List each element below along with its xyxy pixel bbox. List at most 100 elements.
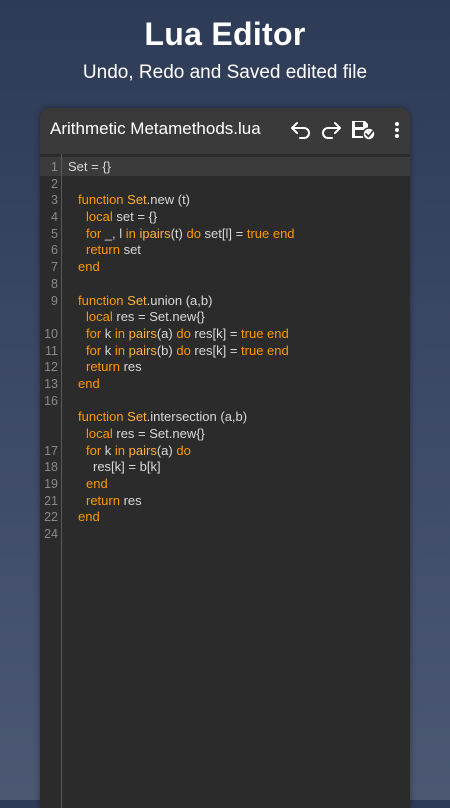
code-line: for k in pairs(a) do [68,443,295,460]
code-line: end [68,509,295,526]
code-keyword: true [241,325,268,341]
more-vert-icon[interactable] [384,117,410,143]
redo-icon[interactable] [318,117,344,143]
line-number: 18 [44,460,58,475]
code-keyword: true [241,342,268,358]
line-number: 7 [51,260,58,275]
code-text: .union (a,b) [146,292,213,308]
code-text: (b) [156,342,177,358]
code-keyword: end [86,476,108,492]
code-text: set[l] = [204,225,247,241]
line-number: 13 [44,376,58,391]
code-keyword: in [114,325,129,341]
code-text: set = {} [116,209,158,225]
code-keyword: end [78,509,100,525]
line-number-gutter: 1 2 3 4 5 6 7 8 9 10 11 12 13 16 17 18 19 21 22 24 [40,159,60,543]
code-line: Set = {} [68,159,295,176]
code-text: _, l [104,225,126,241]
code-keyword: do [186,225,205,241]
code-keyword: end [272,225,295,241]
code-line: for k in pairs(a) do res[k] = true end [68,326,295,343]
code-keyword: true [246,225,273,241]
code-line: res[k] = b[k] [68,459,295,476]
code-text: set [123,242,141,258]
code-editor[interactable]: 1 2 3 4 5 6 7 8 9 10 11 12 13 16 17 18 19 21 22 24 Set = {}… [40,154,410,808]
code-line: function Set.intersection (a,b) [68,409,295,426]
line-number: 21 [44,493,58,508]
undo-icon[interactable] [288,117,314,143]
code-text: .intersection (a,b) [146,409,248,425]
code-text: .new (t) [146,192,191,208]
code-line: end [68,476,295,493]
code-keyword: in [114,342,129,358]
code-identifier: Set [127,192,147,208]
code-keyword: return [86,359,124,375]
code-text: (t) [170,225,187,241]
line-number: 9 [51,293,58,308]
code-identifier: Set [127,409,147,425]
save-icon[interactable] [350,117,376,143]
code-text: res[k] = [194,342,242,358]
code-line: local res = Set.new{} [68,426,295,443]
line-number: 5 [51,226,58,241]
code-line: return res [68,359,295,376]
code-text: k [104,325,115,341]
app-toolbar: Arithmetic Metamethods.lua [40,108,410,154]
code-keyword: function [78,192,128,208]
line-number: 19 [44,477,58,492]
line-number [40,409,60,426]
code-text: res [123,359,142,375]
code-identifier: Set [127,292,147,308]
line-number: 3 [51,193,58,208]
line-number: 1 [51,160,58,174]
code-line: for k in pairs(b) do res[k] = true end [68,343,295,360]
line-number: 10 [44,326,58,341]
code-keyword: return [86,492,124,508]
code-keyword: end [78,375,100,391]
code-keyword: end [267,325,289,341]
file-title: Arithmetic Metamethods.lua [50,119,261,138]
code-text: k [104,342,115,358]
code-keyword: do [176,325,195,341]
code-keyword: function [78,292,128,308]
code-line: local set = {} [68,209,295,226]
code-line: for _, l in ipairs(t) do set[l] = true e… [68,226,295,243]
code-keyword: in [114,442,129,458]
code-text: res[k] = b[k] [93,459,161,475]
line-number: 12 [44,360,58,375]
editor-window: Arithmetic Metamethods.lua 1 2 3 4 5 6 7… [40,108,410,808]
code-line: end [68,376,295,393]
code-text: res = Set.new{} [116,426,205,441]
code-identifier: pairs [128,342,157,358]
line-number: 22 [44,510,58,525]
line-number [40,426,60,443]
code-keyword: end [78,259,100,275]
gutter-divider [61,154,62,808]
promo-title: Lua Editor [144,16,306,52]
line-number: 4 [51,210,58,225]
code-keyword: for [86,325,105,341]
code-content[interactable]: Set = {} function Set.new (t) local set = … [68,159,295,526]
code-keyword: do [176,442,191,458]
code-keyword: end [267,342,289,358]
code-text: res [123,492,142,508]
code-text: (a) [156,325,177,341]
line-number: 24 [44,527,58,542]
code-keyword: local [86,309,117,325]
code-text: k [104,442,115,458]
code-keyword: do [176,342,195,358]
code-line: end [68,259,295,276]
line-number: 2 [51,176,58,191]
code-line: function Set.new (t) [68,192,295,209]
code-identifier: pairs [128,442,157,458]
line-number: 6 [51,243,58,258]
code-keyword: local [86,426,117,441]
code-keyword: for [86,442,105,458]
line-number: 16 [44,393,58,408]
code-text: Set = {} [68,159,112,174]
code-keyword: return [86,242,124,258]
code-line: function Set.union (a,b) [68,293,295,310]
